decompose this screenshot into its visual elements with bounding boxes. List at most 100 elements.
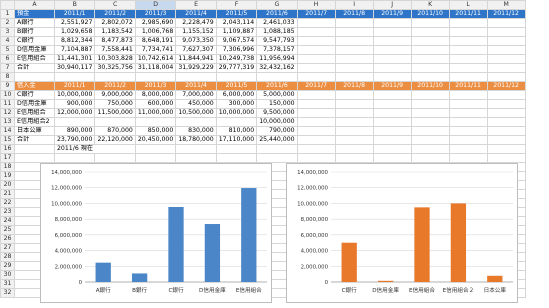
row-header[interactable]: 13 [0, 117, 15, 127]
empty-cell[interactable] [134, 72, 177, 82]
value-cell[interactable] [448, 54, 488, 64]
value-cell[interactable] [296, 126, 336, 136]
value-cell[interactable] [448, 27, 488, 37]
value-cell[interactable]: 1,155,152 [175, 27, 217, 37]
empty-cell[interactable] [94, 72, 136, 82]
bar[interactable] [450, 203, 467, 282]
value-cell[interactable] [410, 27, 450, 37]
empty-cell[interactable] [215, 144, 258, 154]
month-header-cell[interactable]: 2011/9 [372, 9, 412, 19]
value-cell[interactable]: 1,109,887 [215, 27, 258, 37]
empty-cell[interactable] [175, 144, 217, 154]
value-cell[interactable]: 17,110,000 [215, 135, 258, 145]
value-cell[interactable]: 8,812,344 [53, 36, 96, 46]
row-header[interactable]: 15 [0, 135, 15, 145]
month-header-cell[interactable]: 2011/6 [256, 9, 298, 19]
empty-cell[interactable] [53, 153, 96, 163]
row-header[interactable]: 17 [0, 153, 15, 163]
value-cell[interactable] [334, 54, 374, 64]
value-cell[interactable]: 18,780,000 [175, 135, 217, 145]
row-header[interactable]: 2 [0, 18, 15, 28]
month-header-cell[interactable]: 2011/2 [94, 9, 136, 19]
value-cell[interactable] [410, 63, 450, 73]
value-cell[interactable]: 9,073,350 [175, 36, 217, 46]
empty-cell[interactable] [486, 153, 526, 163]
row-label-cell[interactable]: 日本公庫 [14, 126, 55, 136]
value-cell[interactable] [372, 99, 412, 109]
value-cell[interactable] [486, 90, 526, 100]
column-header[interactable]: E [175, 0, 217, 10]
value-cell[interactable]: 9,500,000 [256, 108, 298, 118]
column-header[interactable]: L [448, 0, 488, 10]
value-cell[interactable]: 7,734,741 [134, 45, 177, 55]
value-cell[interactable] [448, 63, 488, 73]
empty-cell[interactable] [175, 153, 217, 163]
column-header[interactable]: C [94, 0, 136, 10]
value-cell[interactable]: 9,000,000 [94, 90, 136, 100]
row-header[interactable]: 8 [0, 72, 15, 82]
value-cell[interactable] [410, 54, 450, 64]
value-cell[interactable]: 900,000 [53, 99, 96, 109]
empty-cell[interactable] [410, 144, 450, 154]
value-cell[interactable]: 300,000 [215, 99, 258, 109]
value-cell[interactable]: 8,000,000 [134, 90, 177, 100]
value-cell[interactable] [372, 27, 412, 37]
value-cell[interactable]: 12,000,000 [53, 108, 96, 118]
column-header[interactable]: F [215, 0, 258, 10]
empty-cell[interactable] [175, 72, 217, 82]
value-cell[interactable]: 6,000,000 [215, 90, 258, 100]
value-cell[interactable] [448, 126, 488, 136]
row-label-cell[interactable]: E信用組合2 [14, 117, 55, 127]
value-cell[interactable] [334, 27, 374, 37]
empty-cell[interactable] [296, 153, 336, 163]
row-header[interactable]: 23 [0, 207, 15, 217]
bar[interactable] [414, 207, 430, 282]
empty-cell[interactable] [448, 144, 488, 154]
row-header[interactable]: 25 [0, 225, 15, 235]
value-cell[interactable] [410, 45, 450, 55]
value-cell[interactable]: 2,551,927 [53, 18, 96, 28]
value-cell[interactable] [175, 117, 217, 127]
value-cell[interactable] [334, 108, 374, 118]
value-cell[interactable] [410, 135, 450, 145]
month-header-cell[interactable]: 2011/7 [296, 81, 336, 91]
value-cell[interactable]: 790,000 [256, 126, 298, 136]
value-cell[interactable]: 7,000,000 [175, 90, 217, 100]
value-cell[interactable]: 10,742,614 [134, 54, 177, 64]
value-cell[interactable] [296, 54, 336, 64]
value-cell[interactable] [486, 99, 526, 109]
row-label-cell[interactable]: E信用組合 [14, 108, 55, 118]
value-cell[interactable]: 32,432,162 [256, 63, 298, 73]
row-header[interactable]: 28 [0, 252, 15, 262]
month-header-cell[interactable]: 2011/3 [134, 9, 177, 19]
column-header[interactable]: A [14, 0, 55, 10]
value-cell[interactable]: 10,000,000 [256, 117, 298, 127]
value-cell[interactable] [410, 99, 450, 109]
value-cell[interactable] [334, 90, 374, 100]
value-cell[interactable] [486, 45, 526, 55]
value-cell[interactable]: 2,043,114 [215, 18, 258, 28]
value-cell[interactable]: 20,450,000 [134, 135, 177, 145]
row-header[interactable]: 5 [0, 45, 15, 55]
value-cell[interactable]: 10,303,828 [94, 54, 136, 64]
value-cell[interactable]: 7,558,441 [94, 45, 136, 55]
month-header-cell[interactable]: 2011/5 [215, 9, 258, 19]
value-cell[interactable]: 29,777,319 [215, 63, 258, 73]
month-header-cell[interactable]: 2011/3 [134, 81, 177, 91]
row-header[interactable]: 30 [0, 270, 15, 280]
value-cell[interactable]: 890,000 [53, 126, 96, 136]
value-cell[interactable]: 11,956,994 [256, 54, 298, 64]
row-header[interactable]: 1 [0, 9, 15, 19]
section-title-cell[interactable]: 借入金 [14, 81, 55, 91]
row-label-cell[interactable]: E信用組合 [14, 54, 55, 64]
empty-cell[interactable] [256, 144, 298, 154]
row-header[interactable]: 20 [0, 180, 15, 190]
value-cell[interactable] [372, 36, 412, 46]
value-cell[interactable]: 1,088,185 [256, 27, 298, 37]
value-cell[interactable]: 25,440,000 [256, 135, 298, 145]
empty-cell[interactable] [94, 153, 136, 163]
value-cell[interactable] [448, 99, 488, 109]
value-cell[interactable]: 22,120,000 [94, 135, 136, 145]
empty-cell[interactable] [296, 72, 336, 82]
value-cell[interactable] [296, 63, 336, 73]
